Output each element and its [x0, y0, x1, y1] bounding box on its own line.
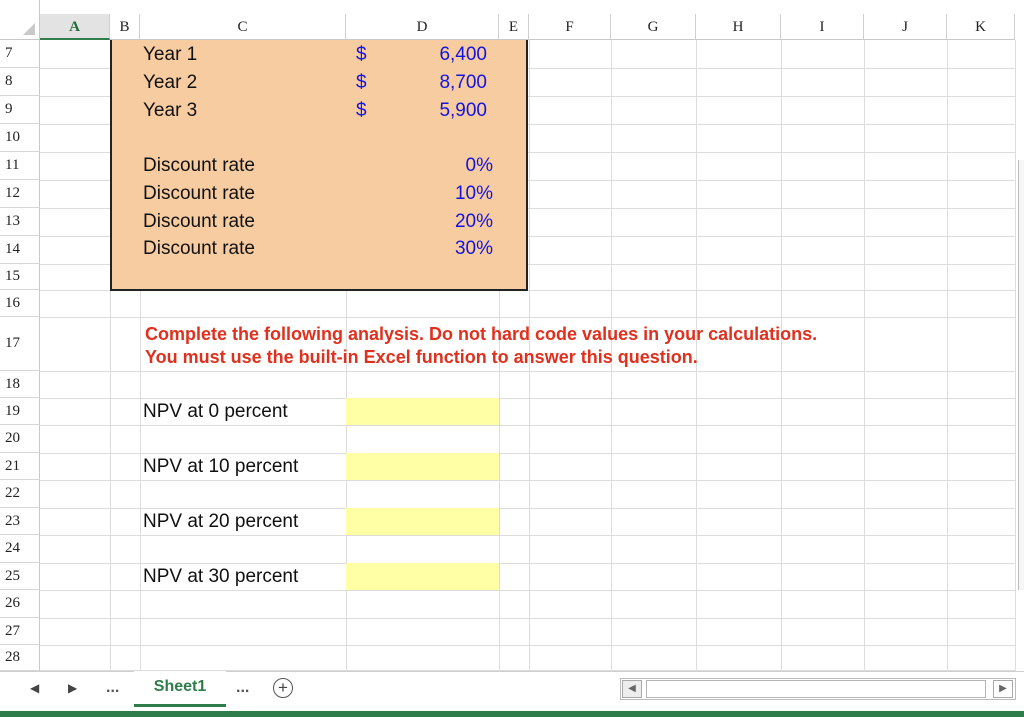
grid-line [40, 535, 1016, 536]
currency-symbol: $ [356, 100, 367, 122]
select-all-corner[interactable] [0, 0, 40, 40]
npv-answer-cell-10-percent[interactable] [346, 453, 499, 480]
grid-line [864, 40, 865, 671]
select-all-triangle-icon [23, 23, 35, 35]
row-header-20[interactable]: 20 [0, 425, 40, 453]
currency-symbol: $ [356, 44, 367, 66]
sheet-tab-sheet1[interactable]: Sheet1 [134, 671, 226, 707]
npv-answer-cell-0-percent[interactable] [346, 398, 499, 425]
row-header-10[interactable]: 10 [0, 124, 40, 152]
grid-line [40, 425, 1016, 426]
grid-line [1015, 40, 1016, 671]
discount-rate-value[interactable]: 0% [390, 155, 493, 177]
grid-line [781, 40, 782, 671]
npv-answer-cell-20-percent[interactable] [346, 508, 499, 535]
grid-line [40, 563, 1016, 564]
more-sheets-right-button[interactable]: ... [236, 679, 249, 697]
grid-line [40, 371, 1016, 372]
row-header-26[interactable]: 26 [0, 590, 40, 618]
row-header-21[interactable]: 21 [0, 453, 40, 480]
discount-rate-value[interactable]: 20% [390, 211, 493, 233]
row-header-16[interactable]: 16 [0, 290, 40, 317]
grid-line [40, 398, 1016, 399]
npv-label-20-percent[interactable]: NPV at 20 percent [143, 511, 298, 533]
row-header-23[interactable]: 23 [0, 508, 40, 535]
discount-rate-value[interactable]: 30% [390, 238, 493, 260]
row-header-25[interactable]: 25 [0, 563, 40, 590]
column-header-g[interactable]: G [611, 14, 696, 40]
row-header-13[interactable]: 13 [0, 208, 40, 236]
column-header-e[interactable]: E [499, 14, 529, 40]
vertical-scrollbar[interactable] [1018, 160, 1024, 590]
npv-label-0-percent[interactable]: NPV at 0 percent [143, 401, 288, 423]
grid-line [40, 317, 1016, 318]
next-sheet-icon[interactable]: ▶ [68, 681, 77, 695]
header-top-strip [40, 0, 1024, 14]
cash-flow-value-year-2[interactable]: 8,700 [390, 72, 487, 94]
cash-flow-label-year-1[interactable]: Year 1 [143, 44, 197, 66]
cash-flow-label-year-3[interactable]: Year 3 [143, 100, 197, 122]
row-header-15[interactable]: 15 [0, 264, 40, 290]
row-header-8[interactable]: 8 [0, 68, 40, 96]
grid-line [40, 508, 1016, 509]
discount-rate-label[interactable]: Discount rate [143, 183, 255, 205]
instruction-line-2: You must use the built-in Excel function… [145, 347, 698, 368]
row-header-12[interactable]: 12 [0, 180, 40, 208]
discount-rate-label[interactable]: Discount rate [143, 211, 255, 233]
scroll-right-icon[interactable]: ▶ [993, 680, 1013, 698]
row-header-18[interactable]: 18 [0, 371, 40, 398]
column-header-h[interactable]: H [696, 14, 781, 40]
more-sheets-left-button[interactable]: ... [106, 679, 119, 697]
grid-line [40, 590, 1016, 591]
status-bar [0, 711, 1024, 717]
row-header-24[interactable]: 24 [0, 535, 40, 563]
grid-line [40, 480, 1016, 481]
column-header-a[interactable]: A [40, 14, 110, 40]
grid-line [40, 453, 1016, 454]
row-header-11[interactable]: 11 [0, 152, 40, 180]
add-sheet-icon[interactable]: + [273, 678, 293, 698]
column-header-b[interactable]: B [110, 14, 140, 40]
row-header-22[interactable]: 22 [0, 480, 40, 508]
instruction-line-1: Complete the following analysis. Do not … [145, 324, 817, 345]
column-header-f[interactable]: F [529, 14, 611, 40]
npv-label-30-percent[interactable]: NPV at 30 percent [143, 566, 298, 588]
discount-rate-value[interactable]: 10% [390, 183, 493, 205]
row-header-7[interactable]: 7 [0, 40, 40, 68]
npv-answer-cell-30-percent[interactable] [346, 563, 499, 590]
cash-flow-label-year-2[interactable]: Year 2 [143, 72, 197, 94]
column-header-i[interactable]: I [781, 14, 864, 40]
cash-flow-value-year-3[interactable]: 5,900 [390, 100, 487, 122]
row-header-19[interactable]: 19 [0, 398, 40, 425]
grid-line [40, 618, 1016, 619]
column-header-c[interactable]: C [140, 14, 346, 40]
row-header-14[interactable]: 14 [0, 236, 40, 264]
scroll-left-icon[interactable]: ◀ [622, 680, 642, 698]
row-header-9[interactable]: 9 [0, 96, 40, 124]
discount-rate-label[interactable]: Discount rate [143, 155, 255, 177]
column-header-k[interactable]: K [947, 14, 1015, 40]
row-header-28[interactable]: 28 [0, 645, 40, 671]
currency-symbol: $ [356, 72, 367, 94]
previous-sheet-icon[interactable]: ◀ [30, 681, 39, 695]
npv-label-10-percent[interactable]: NPV at 10 percent [143, 456, 298, 478]
grid-line [947, 40, 948, 671]
cash-flow-value-year-1[interactable]: 6,400 [390, 44, 487, 66]
grid-line [40, 645, 1016, 646]
row-header-17[interactable]: 17 [0, 317, 40, 371]
column-header-d[interactable]: D [346, 14, 499, 40]
row-header-27[interactable]: 27 [0, 618, 40, 645]
column-header-j[interactable]: J [864, 14, 947, 40]
horizontal-scroll-thumb[interactable] [646, 680, 986, 698]
discount-rate-label[interactable]: Discount rate [143, 238, 255, 260]
